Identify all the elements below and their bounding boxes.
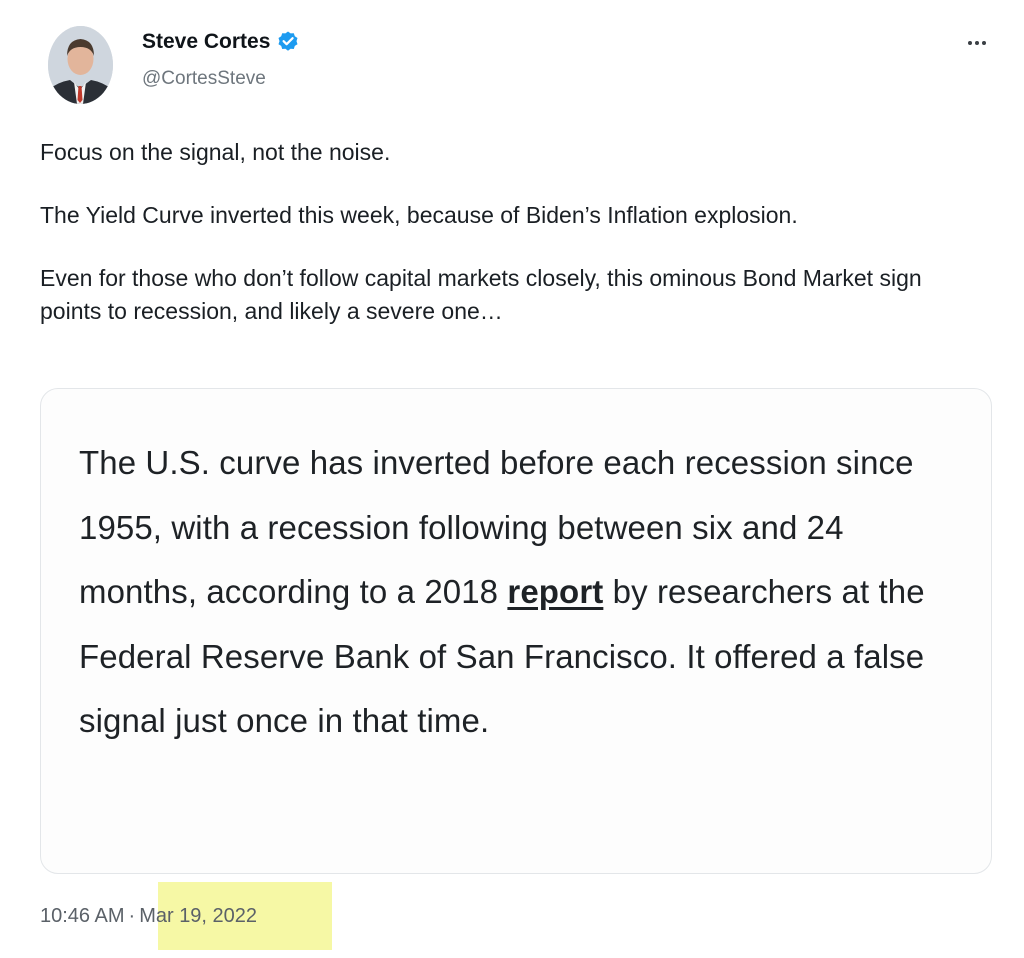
tweet-paragraph: Focus on the signal, not the noise. (40, 139, 391, 165)
more-dot (982, 41, 986, 45)
tweet-time[interactable]: 10:46 AM (40, 905, 125, 928)
tweet-paragraph: Even for those who don’t follow capital … (40, 265, 922, 324)
tweet-timestamp[interactable]: 10:46 AM · Mar 19, 2022 (40, 905, 257, 928)
display-name-text[interactable]: Steve Cortes (142, 30, 270, 54)
more-horizontal-icon (968, 41, 972, 45)
quoted-excerpt-card[interactable]: The U.S. curve has inverted before each … (40, 388, 992, 874)
meta-separator: · (128, 905, 136, 927)
tweet-paragraph: The Yield Curve inverted this week, beca… (40, 202, 798, 228)
avatar[interactable] (48, 26, 113, 104)
author-handle[interactable]: @CortesSteve (142, 68, 266, 90)
profile-photo-icon (48, 26, 113, 104)
author-display-name[interactable]: Steve Cortes (142, 30, 300, 54)
quoted-excerpt-text: The U.S. curve has inverted before each … (79, 431, 959, 754)
more-dot (975, 41, 979, 45)
verified-badge-icon[interactable] (276, 30, 300, 54)
tweet-body: Focus on the signal, not the noise. The … (40, 136, 980, 328)
report-link[interactable]: report (507, 573, 603, 610)
more-options-button[interactable] (956, 30, 998, 56)
tweet-date[interactable]: Mar 19, 2022 (139, 905, 257, 928)
